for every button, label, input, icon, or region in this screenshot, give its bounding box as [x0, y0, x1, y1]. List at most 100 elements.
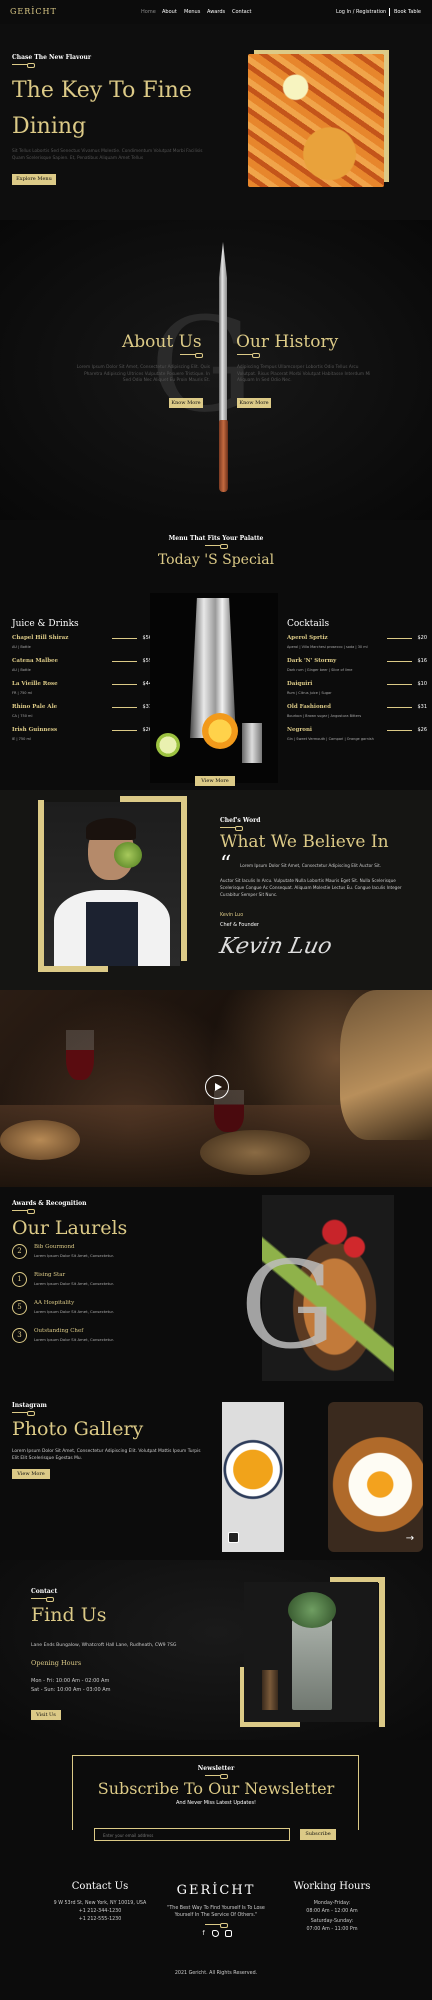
chef-quote: Lorem Ipsum Dolor Sit Amet, Consectetur …	[240, 863, 382, 868]
history-text: Adipiscing Tempus Ullamcorper Lobortis O…	[237, 365, 371, 383]
hero-title-line1: The Key To Fine	[12, 78, 192, 103]
knife-handle	[219, 420, 228, 492]
wine-item[interactable]: Catena Malbee $59 AU | Bottle	[12, 658, 152, 682]
facebook-icon[interactable]: f	[200, 1930, 207, 1937]
nav-link-about[interactable]: About	[162, 9, 177, 15]
hero-text: Sit Tellus Lobortis Sed Senectus Vivamus…	[12, 149, 203, 161]
footer-phone-1: +1 212-344-1230	[78, 1909, 122, 1914]
menu-kicker: Menu That Fits Your Palatte	[168, 535, 264, 542]
findus-hours-weekday: Mon - Fri: 10:00 Am - 02:00 Am	[31, 1678, 110, 1684]
about-text: Lorem Ipsum Dolor Sit Amet, Consectetur …	[76, 365, 210, 383]
nav-divider	[389, 8, 390, 16]
laurels-watermark-letter: G	[240, 1237, 336, 1376]
email-input[interactable]: Enter your email address	[94, 1828, 290, 1841]
nav-link-contact[interactable]: Contact	[232, 9, 251, 15]
cocktail-shaker-image	[150, 593, 278, 783]
nav-logo[interactable]: GERİCHT	[10, 7, 57, 16]
newsletter-kicker: Newsletter	[197, 1765, 235, 1772]
play-button[interactable]	[205, 1075, 229, 1099]
chef-frame-bottom	[38, 966, 108, 972]
chef-title: What We Believe In	[220, 832, 389, 852]
cocktail-item[interactable]: Daiquiri $10 Rum | Citrus juice | Sugar	[287, 681, 427, 705]
wine-column-title: Juice & Drinks	[12, 619, 79, 629]
laurels-title: Our Laurels	[12, 1217, 128, 1239]
newsletter-subtitle: And Never Miss Latest Updates!	[175, 1800, 257, 1806]
cocktail-item[interactable]: Aperol Sprtiz $20 Aperol | Villa Marchesi …	[287, 635, 427, 659]
visit-us-button[interactable]: Visit Us	[31, 1710, 61, 1720]
wine-item[interactable]: Chapel Hill Shiraz $56 AU | Bottle	[12, 635, 152, 659]
grinder	[262, 1670, 278, 1710]
footer-tagline: "The Best Way To Find Yourself Is To Los…	[167, 1906, 265, 1918]
findus-kicker: Contact	[31, 1588, 58, 1595]
shot-glass	[242, 723, 262, 763]
laurel-item: 5 AA Hospitality Lorem Ipsum Dolor Sit Ame…	[12, 1300, 172, 1326]
hero-title-line2: Dining	[12, 114, 87, 139]
gallery-section: Instagram Photo Gallery Lorem Ipsum Dolo…	[0, 1390, 432, 1560]
history-spoon-icon	[237, 353, 260, 358]
glass	[292, 1620, 332, 1710]
footer-spoon-icon	[205, 1923, 228, 1928]
nav-link-home[interactable]: Home	[141, 9, 156, 15]
instagram-icon[interactable]	[228, 1532, 239, 1543]
plate	[0, 1120, 80, 1160]
footer-logo[interactable]: GERİCHT	[156, 1883, 276, 1898]
findus-address: Lane Ends Bungalow, Whatcroft Hall Lane,…	[31, 1643, 177, 1648]
chef-herb	[114, 842, 142, 868]
nav-link-awards[interactable]: Awards	[207, 9, 225, 15]
findus-title: Find Us	[31, 1604, 107, 1626]
chef-hair	[86, 818, 136, 840]
orange-slice	[202, 713, 238, 749]
about-know-more-button[interactable]: Know More	[169, 398, 203, 408]
instagram-icon[interactable]	[225, 1930, 232, 1937]
laurels-kicker: Awards & Recognition	[12, 1200, 87, 1207]
gallery-text: Lorem Ipsum Dolor Sit Amet, Consectetur …	[12, 1449, 201, 1461]
gallery-image-egg[interactable]: →	[328, 1402, 423, 1552]
about-title: About Us	[122, 332, 202, 352]
play-icon	[215, 1083, 222, 1091]
footer-contact-title: Contact Us	[71, 1881, 129, 1892]
wine-item[interactable]: La Vieille Rose $44 FR | 750 ml	[12, 681, 152, 705]
menu-spoon-icon	[205, 544, 228, 549]
findus-cocktail-image	[244, 1582, 378, 1722]
history-title: Our History	[236, 332, 339, 352]
wine-item[interactable]: Rhino Pale Ale $31 CA | 750 ml	[12, 704, 152, 728]
newsletter-content: Newsletter Subscribe To Our Newsletter A…	[0, 1755, 432, 1855]
chef-spoon-icon	[220, 826, 243, 831]
chef-photo	[44, 802, 180, 966]
gallery-image-soup[interactable]	[222, 1402, 284, 1552]
nav-book-link[interactable]: Book Table	[394, 9, 421, 15]
subscribe-button[interactable]: Subscribe	[300, 1829, 336, 1840]
about-section: G About Us Lorem Ipsum Dolor Sit Amet, C…	[0, 220, 432, 520]
newsletter-title: Subscribe To Our Newsletter	[97, 1779, 335, 1798]
mint-leaves	[288, 1592, 336, 1628]
footer-copyright: 2021 Gericht. All Rights Reserved.	[174, 1971, 258, 1976]
wine-item[interactable]: Irish Guinness $26 IE | 750 ml	[12, 727, 152, 751]
footer-time-1: 08:00 Am - 12:00 Am	[306, 1909, 358, 1914]
cocktail-item[interactable]: Old Fashioned $31 Bourbon | Brown sugar | …	[287, 704, 427, 728]
explore-menu-button[interactable]: Explore Menu	[12, 174, 56, 185]
video-section[interactable]	[0, 990, 432, 1187]
footer-time-2: 07:00 Am - 11:00 Pm	[306, 1927, 358, 1932]
laurels-spoon-icon	[12, 1209, 35, 1214]
laurel-item: 3 Outstanding Chef Lorem Ipsum Dolor Sit A…	[12, 1328, 172, 1354]
chef-apron	[86, 902, 138, 966]
gallery-view-more-button[interactable]: View More	[12, 1469, 50, 1479]
cocktail-item[interactable]: Dark 'N' Stormy $16 Dark rum | Ginger beer…	[287, 658, 427, 682]
nav-link-menus[interactable]: Menus	[184, 9, 200, 15]
chef-role: Chef & Founder	[220, 922, 259, 928]
footer-phone-2: +1 212-555-1230	[78, 1917, 122, 1922]
menu-section: Menu That Fits Your Palatte Today 'S Spe…	[0, 520, 432, 790]
cocktail-item[interactable]: Negroni $26 Gin | Sweet Vermouth | Campari…	[287, 727, 427, 751]
footer-days-1: Monday-Friday:	[313, 1901, 351, 1906]
knife-image	[219, 242, 227, 422]
gallery-title: Photo Gallery	[12, 1418, 144, 1440]
findus-frame-right	[379, 1577, 385, 1727]
menu-view-more-button[interactable]: View More	[195, 776, 235, 786]
gallery-kicker: Instagram	[12, 1402, 47, 1409]
twitter-icon[interactable]	[212, 1930, 219, 1937]
chef-section: Chef's Word What We Believe In “ Lorem I…	[0, 790, 432, 990]
findus-spoon-icon	[31, 1597, 54, 1602]
nav-login-link[interactable]: Log In / Registration	[336, 9, 386, 15]
gallery-arrow-right-icon[interactable]: →	[403, 1532, 417, 1546]
history-know-more-button[interactable]: Know More	[237, 398, 271, 408]
